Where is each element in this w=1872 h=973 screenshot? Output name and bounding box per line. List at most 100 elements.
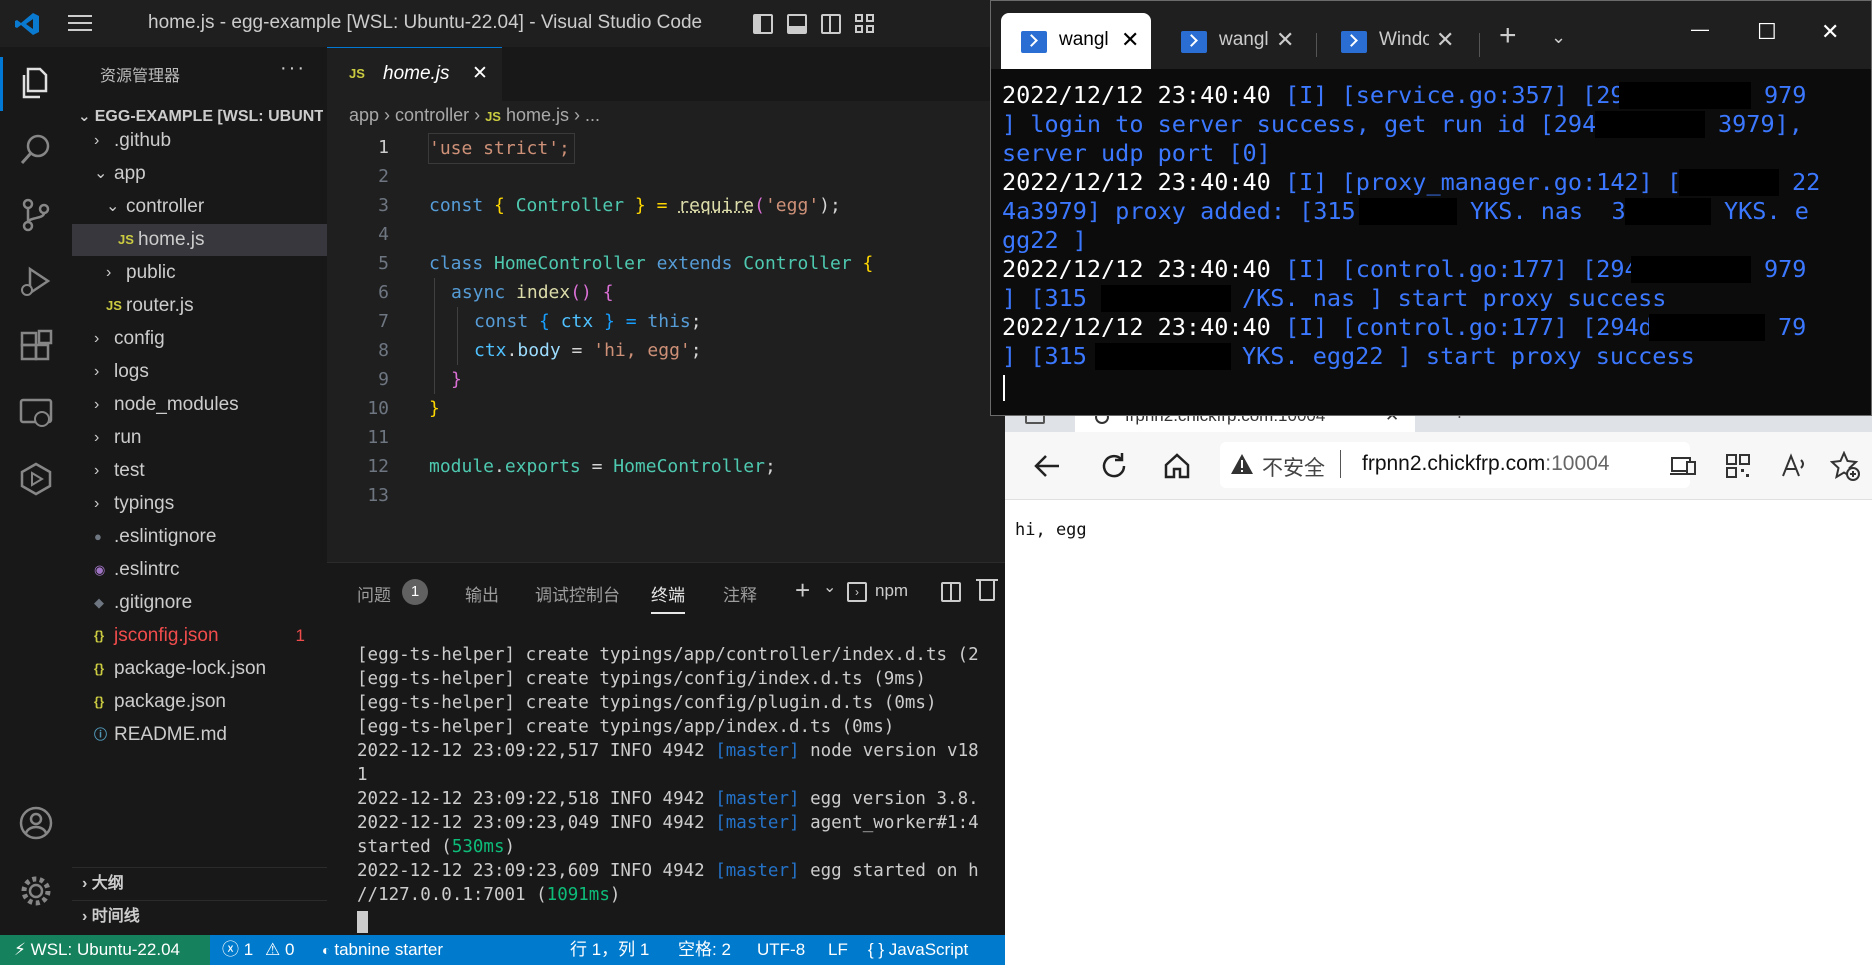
chevron-down-icon[interactable]: ⌄	[94, 158, 107, 190]
file-type-icon: {}	[94, 661, 105, 676]
add-favorite-icon[interactable]	[1830, 451, 1860, 481]
minimize-button[interactable]: —	[1691, 19, 1709, 40]
kill-terminal-icon[interactable]	[976, 579, 998, 601]
chevron-right-icon[interactable]: ›	[106, 257, 111, 289]
breadcrumb-symbol[interactable]: ...	[585, 105, 600, 125]
tab-comments[interactable]: 注释	[723, 581, 757, 606]
tree-item-readme-md[interactable]: ⓘ README.md	[72, 719, 327, 751]
terminal-dropdown-icon[interactable]: ⌄	[1551, 27, 1566, 48]
tab-home-js[interactable]: JS home.js ✕	[327, 47, 502, 101]
terminal-new-tab-icon[interactable]: +	[1499, 21, 1517, 51]
remote-explorer-icon[interactable]	[18, 395, 54, 431]
home-icon[interactable]	[1163, 452, 1191, 480]
tab-problems[interactable]: 问题	[357, 581, 391, 606]
tree-item-typings[interactable]: › typings	[72, 488, 327, 520]
chevron-right-icon[interactable]: ›	[94, 455, 99, 487]
search-icon[interactable]	[18, 131, 54, 167]
remote-indicator[interactable]: ⚡ WSL: Ubuntu-22.04	[0, 935, 210, 965]
warnings-indicator[interactable]: ⚠ 0	[265, 935, 294, 965]
vscode-logo-icon[interactable]	[14, 11, 40, 37]
app-available-icon[interactable]	[1670, 454, 1696, 478]
tree-item-eslintignore[interactable]: ● .eslintignore	[72, 521, 327, 553]
testing-icon[interactable]	[18, 461, 54, 497]
language-mode[interactable]: { } JavaScript	[868, 935, 968, 965]
more-actions-icon[interactable]: ···	[280, 57, 306, 80]
tab-output[interactable]: 输出	[465, 581, 499, 606]
maximize-button[interactable]: ☐	[1757, 19, 1777, 45]
tree-item-test[interactable]: › test	[72, 455, 327, 487]
tree-item-jsconfig-json[interactable]: {} jsconfig.json 1	[72, 620, 327, 652]
source-control-icon[interactable]	[18, 197, 54, 233]
tab-close-icon[interactable]: ✕	[472, 62, 488, 85]
tree-item-package-lock-json[interactable]: {} package-lock.json	[72, 653, 327, 685]
split-terminal-icon[interactable]	[941, 582, 961, 602]
errors-indicator[interactable]: ⓧ 1	[222, 935, 253, 965]
terminal-dropdown-icon[interactable]: ⌄	[823, 577, 836, 597]
settings-gear-icon[interactable]	[18, 873, 54, 909]
qr-code-icon[interactable]	[1725, 453, 1751, 479]
indentation[interactable]: 空格: 2	[678, 935, 731, 965]
terminal-line: ] [315 YKS. egg22 ] start proxy success	[1002, 342, 1695, 370]
refresh-icon[interactable]	[1099, 451, 1129, 481]
terminal-tab-close-icon[interactable]: ✕	[1121, 27, 1139, 53]
terminal-tab-close-icon[interactable]: ✕	[1276, 27, 1294, 53]
chevron-down-icon[interactable]: ⌄	[106, 191, 119, 223]
read-aloud-icon[interactable]	[1780, 452, 1808, 480]
outline-section[interactable]: › 大纲	[72, 867, 327, 899]
breadcrumb-controller[interactable]: controller	[395, 105, 469, 125]
file-type-icon: {}	[94, 694, 105, 709]
terminal-name[interactable]: npm	[875, 581, 908, 601]
tab-debug-console[interactable]: 调试控制台	[535, 581, 620, 606]
chevron-right-icon[interactable]: ›	[94, 356, 99, 388]
terminal-line: ] [315/KS. nas ] start proxy success	[1002, 284, 1667, 312]
tree-item-app[interactable]: ⌄ app	[72, 158, 327, 190]
tabnine-status[interactable]: ◐ tabnine starter	[322, 935, 443, 965]
timeline-section[interactable]: › 时间线	[72, 900, 327, 932]
tree-item-label: package.json	[114, 691, 226, 712]
tab-terminal[interactable]: 终端	[651, 581, 685, 614]
tree-item-node-modules[interactable]: › node_modules	[72, 389, 327, 421]
new-terminal-icon[interactable]: +	[795, 575, 810, 606]
extensions-icon[interactable]	[18, 329, 54, 365]
accounts-icon[interactable]	[18, 805, 54, 841]
url-text[interactable]: frpnn2.chickfrp.com:10004	[1362, 452, 1609, 476]
tree-item-github[interactable]: › .github	[72, 125, 327, 157]
breadcrumb-app[interactable]: app	[349, 105, 379, 125]
toggle-primary-sidebar-icon[interactable]	[753, 14, 773, 34]
back-icon[interactable]	[1033, 452, 1063, 480]
tree-item-public[interactable]: › public	[72, 257, 327, 289]
encoding[interactable]: UTF-8	[757, 935, 805, 965]
menu-icon[interactable]	[68, 15, 92, 33]
warning-icon	[1231, 454, 1253, 474]
terminal-tab-2[interactable]: wangl ✕	[1161, 13, 1311, 69]
tree-item-router-js[interactable]: JS router.js	[72, 290, 327, 322]
tree-item-home-js[interactable]: JS home.js	[72, 224, 327, 256]
terminal-tab-close-icon[interactable]: ✕	[1436, 27, 1454, 53]
explorer-icon[interactable]	[18, 65, 54, 101]
run-debug-icon[interactable]	[18, 263, 54, 299]
chevron-right-icon[interactable]: ›	[94, 488, 99, 520]
tree-item-package-json[interactable]: {} package.json	[72, 686, 327, 718]
line-ending[interactable]: LF	[828, 935, 848, 965]
address-bar[interactable]: 不安全 frpnn2.chickfrp.com:10004	[1220, 442, 1690, 488]
tree-item-controller[interactable]: ⌄ controller	[72, 191, 327, 223]
chevron-right-icon[interactable]: ›	[94, 389, 99, 421]
tree-item-config[interactable]: › config	[72, 323, 327, 355]
chevron-right-icon[interactable]: ›	[94, 323, 99, 355]
terminal-tab-3[interactable]: Windo ✕	[1321, 13, 1471, 69]
close-button[interactable]: ✕	[1821, 19, 1839, 45]
toggle-secondary-sidebar-icon[interactable]	[821, 14, 841, 34]
cursor-position[interactable]: 行 1，列 1	[570, 935, 649, 965]
terminal-tab-1[interactable]: wangl ✕	[1001, 13, 1151, 69]
tree-item-run[interactable]: › run	[72, 422, 327, 454]
insecure-label[interactable]: 不安全	[1262, 452, 1325, 482]
chevron-right-icon[interactable]: ›	[94, 422, 99, 454]
tree-item-gitignore[interactable]: ◆ .gitignore	[72, 587, 327, 619]
code-line: 4	[378, 224, 389, 245]
tree-item-eslintrc[interactable]: ◉ .eslintrc	[72, 554, 327, 586]
toggle-panel-icon[interactable]	[787, 14, 807, 34]
chevron-right-icon[interactable]: ›	[94, 125, 99, 157]
tree-item-logs[interactable]: › logs	[72, 356, 327, 388]
customize-layout-icon[interactable]	[855, 14, 875, 34]
breadcrumb-file[interactable]: home.js	[506, 105, 569, 125]
